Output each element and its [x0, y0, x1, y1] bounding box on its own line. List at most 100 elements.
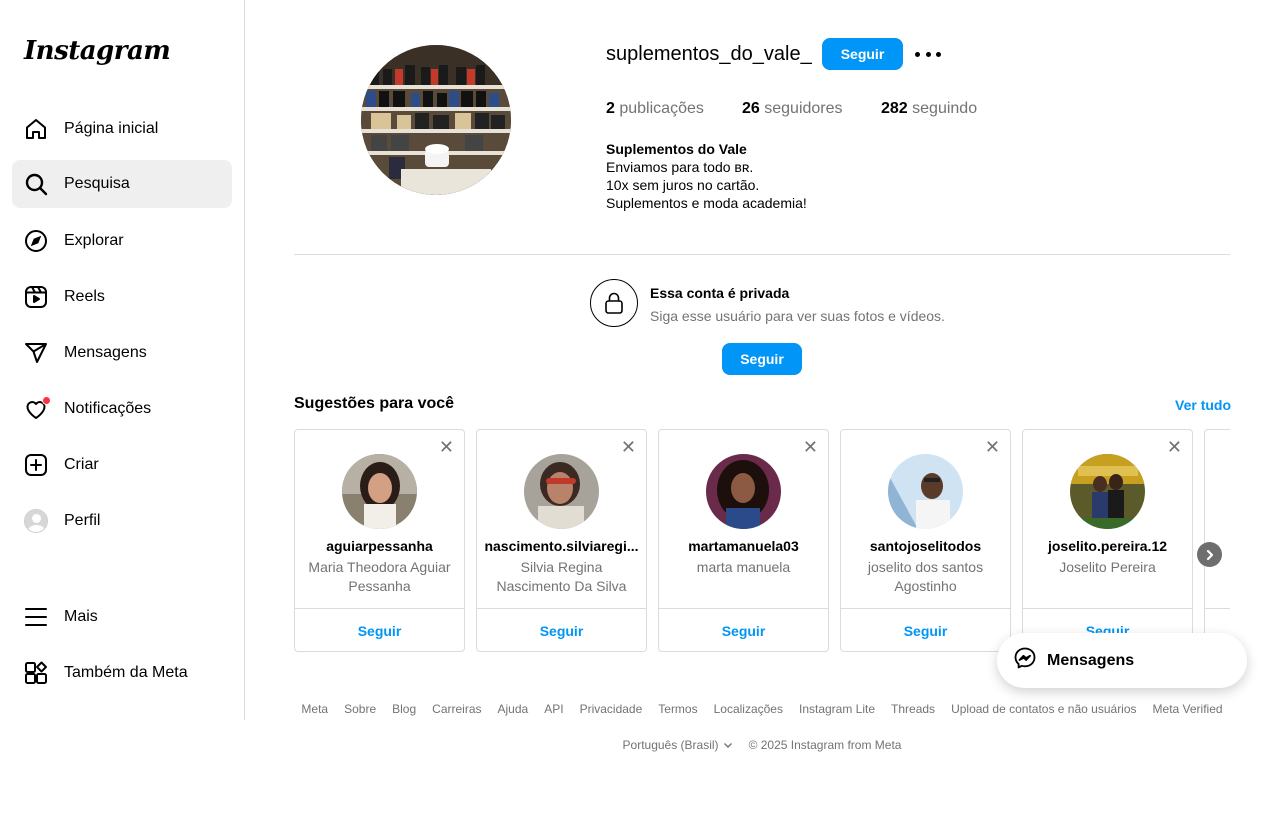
avatar[interactable] [342, 454, 417, 529]
footer-link[interactable]: Termos [658, 702, 697, 716]
suggestion-card: ✕ martamanuela03 marta manuela Seguir [658, 429, 829, 652]
suggestion-follow-button[interactable]: Seguir [295, 623, 464, 639]
notification-dot [42, 396, 51, 405]
sidebar-item-label: Notificações [64, 400, 152, 417]
compass-icon [24, 229, 48, 253]
footer-link[interactable]: Carreiras [432, 702, 481, 716]
home-icon [24, 117, 48, 141]
footer-link[interactable]: Blog [392, 702, 416, 716]
chevron-right-icon[interactable] [1197, 542, 1222, 567]
following-stat[interactable]: 282 seguindo [881, 100, 977, 118]
close-icon[interactable]: ✕ [621, 438, 636, 456]
suggestion-username[interactable]: santojoselitodos [847, 538, 1004, 554]
heart-icon [24, 396, 51, 421]
search-icon [24, 172, 48, 196]
private-follow-button[interactable]: Seguir [722, 343, 802, 375]
bio-line: Suplementos e moda academia! [606, 195, 807, 211]
suggestions-carousel: ✕ aguiarpessanha Maria Theodora Aguiar P… [294, 429, 1230, 653]
suggestion-username[interactable]: joselito.pereira.12 [1029, 538, 1186, 554]
footer-link[interactable]: Meta [301, 702, 328, 716]
profile-avatar-wrap [24, 509, 48, 533]
sidebar-item-reels[interactable]: Reels [12, 273, 232, 321]
following-label: seguindo [912, 100, 978, 117]
sidebar-item-explore[interactable]: Explorar [12, 217, 232, 265]
divider [1205, 608, 1230, 609]
suggestion-follow-button[interactable]: Seguir [841, 623, 1010, 639]
followers-stat[interactable]: 26 seguidores [742, 100, 843, 118]
messages-floating-button[interactable]: Mensagens [997, 633, 1247, 688]
posts-stat: 2 publicações [606, 100, 704, 118]
sidebar-item-create[interactable]: Criar [12, 441, 232, 489]
sidebar-item-label: Página inicial [64, 120, 159, 137]
sidebar-item-also-from-meta[interactable]: Também da Meta [12, 649, 232, 697]
suggestion-card: ✕ aguiarpessanha Maria Theodora Aguiar P… [294, 429, 465, 652]
instagram-logo[interactable]: Instagram [24, 36, 171, 66]
avatar [24, 509, 48, 533]
bio-line: Enviamos para todo ʙʀ. [606, 159, 754, 175]
suggestion-username[interactable]: aguiarpessanha [301, 538, 458, 554]
divider [477, 608, 646, 609]
sidebar-item-label: Criar [64, 456, 99, 473]
footer-link[interactable]: Upload de contatos e não usuários [951, 702, 1136, 716]
language-label: Português (Brasil) [622, 738, 719, 752]
posts-label: publicações [619, 100, 704, 117]
suggestion-fullname: Maria Theodora Aguiar Pessanha [308, 559, 451, 594]
bio-line: 10x sem juros no cartão. [606, 177, 760, 193]
footer-link[interactable]: Meta Verified [1153, 702, 1223, 716]
followers-count: 26 [742, 100, 760, 117]
footer-link[interactable]: API [544, 702, 563, 716]
more-options-icon[interactable] [915, 44, 941, 64]
private-account-title: Essa conta é privada [650, 285, 790, 301]
suggestion-card: ✕ joselito.pereira.12 Joselito Pereira S… [1022, 429, 1193, 652]
sidebar-item-messages[interactable]: Mensagens [12, 329, 232, 377]
sidebar-item-label: Perfil [64, 512, 101, 529]
suggestion-card [1204, 429, 1230, 652]
suggestion-follow-button[interactable]: Seguir [477, 623, 646, 639]
followers-label: seguidores [764, 100, 843, 117]
see-all-link[interactable]: Ver tudo [1175, 397, 1231, 413]
divider [659, 608, 828, 609]
chevron-down-icon [723, 743, 732, 748]
suggestions-title: Sugestões para você [294, 395, 455, 412]
footer-link[interactable]: Sobre [344, 702, 376, 716]
language-selector[interactable]: Português (Brasil) [623, 738, 733, 752]
footer-link[interactable]: Instagram Lite [799, 702, 875, 716]
reels-icon [24, 285, 48, 309]
close-icon[interactable]: ✕ [1167, 438, 1182, 456]
avatar[interactable] [706, 454, 781, 529]
sidebar-item-label: Explorar [64, 232, 124, 249]
close-icon[interactable]: ✕ [803, 438, 818, 456]
sidebar-item-more[interactable]: Mais [12, 593, 232, 641]
profile-bio: Suplementos do Vale Enviamos para todo ʙ… [606, 140, 807, 212]
suggestion-username[interactable]: martamanuela03 [665, 538, 822, 554]
private-account-subtitle: Siga esse usuário para ver suas fotos e … [650, 308, 945, 324]
close-icon[interactable]: ✕ [985, 438, 1000, 456]
follow-button[interactable]: Seguir [822, 38, 903, 70]
sidebar-item-profile[interactable]: Perfil [12, 497, 232, 545]
divider [1023, 608, 1192, 609]
profile-picture[interactable] [361, 45, 511, 195]
avatar[interactable] [888, 454, 963, 529]
suggestion-username[interactable]: nascimento.silviaregi... [483, 538, 640, 554]
footer-link[interactable]: Localizações [714, 702, 783, 716]
send-icon [24, 341, 48, 365]
divider [294, 254, 1230, 255]
avatar[interactable] [1070, 454, 1145, 529]
posts-count: 2 [606, 100, 615, 117]
close-icon[interactable]: ✕ [439, 438, 454, 456]
footer-links: Meta Sobre Blog Carreiras Ajuda API Priv… [294, 702, 1230, 716]
sidebar-item-notifications[interactable]: Notificações [12, 385, 232, 433]
footer-bottom: Português (Brasil) © 2025 Instagram from… [294, 738, 1230, 752]
footer-link[interactable]: Threads [891, 702, 935, 716]
sidebar-item-home[interactable]: Página inicial [12, 105, 232, 153]
sidebar-item-label: Reels [64, 288, 105, 305]
suggestion-fullname: marta manuela [696, 559, 791, 575]
footer-link[interactable]: Privacidade [580, 702, 643, 716]
suggestion-follow-button[interactable]: Seguir [659, 623, 828, 639]
sidebar-item-label: Também da Meta [64, 664, 188, 681]
sidebar-item-search[interactable]: Pesquisa [12, 160, 232, 208]
avatar[interactable] [524, 454, 599, 529]
profile-username: suplementos_do_vale_ [606, 43, 812, 65]
sidebar-item-label: Mais [64, 608, 98, 625]
footer-link[interactable]: Ajuda [498, 702, 529, 716]
